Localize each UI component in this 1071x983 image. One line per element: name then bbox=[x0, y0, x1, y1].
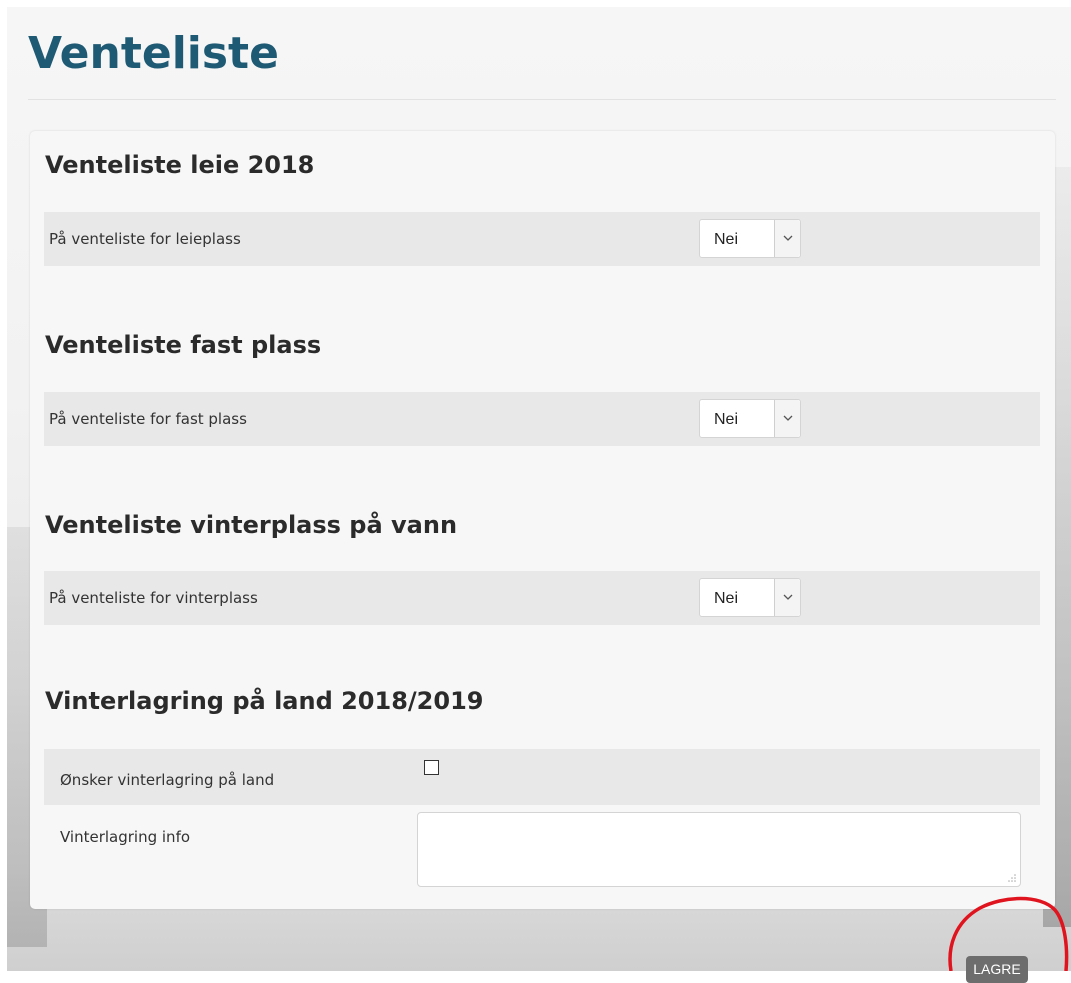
chevron-down-icon[interactable] bbox=[774, 220, 800, 257]
highlight-circle-annotation bbox=[948, 896, 1069, 971]
select-vinterplass-value: Nei bbox=[714, 590, 739, 607]
section-heading-vinterplass: Venteliste vinterplass på vann bbox=[45, 511, 458, 539]
row-leieplass: På venteliste for leieplass Nei bbox=[44, 212, 1040, 266]
select-leieplass-value: Nei bbox=[714, 231, 739, 248]
section-heading-vinterlagring: Vinterlagring på land 2018/2019 bbox=[45, 687, 484, 715]
row-vinterplass: På venteliste for vinterplass Nei bbox=[44, 571, 1040, 625]
chevron-down-icon[interactable] bbox=[774, 579, 800, 616]
resize-handle-icon[interactable] bbox=[1008, 874, 1016, 882]
vinterlagring-info-textarea[interactable] bbox=[417, 812, 1021, 887]
vinterlagring-checkbox[interactable] bbox=[424, 760, 439, 775]
row-vinterlagring-checkbox: Ønsker vinterlagring på land bbox=[44, 749, 1040, 805]
title-divider bbox=[28, 99, 1056, 100]
chevron-down-icon[interactable] bbox=[774, 400, 800, 437]
select-fast-plass[interactable]: Nei bbox=[699, 399, 801, 438]
row-fast-plass: På venteliste for fast plass Nei bbox=[44, 392, 1040, 446]
label-vinterlagring-checkbox: Ønsker vinterlagring på land bbox=[60, 771, 275, 789]
page-title: Venteliste bbox=[28, 28, 279, 79]
label-vinterlagring-info: Vinterlagring info bbox=[60, 828, 191, 846]
select-vinterplass[interactable]: Nei bbox=[699, 578, 801, 617]
label-fast-plass: På venteliste for fast plass bbox=[49, 410, 247, 428]
select-fast-plass-value: Nei bbox=[714, 411, 739, 428]
section-heading-fast: Venteliste fast plass bbox=[45, 331, 322, 359]
label-vinterplass: På venteliste for vinterplass bbox=[49, 589, 258, 607]
section-heading-leie: Venteliste leie 2018 bbox=[45, 151, 315, 179]
select-leieplass[interactable]: Nei bbox=[699, 219, 801, 258]
label-leieplass: På venteliste for leieplass bbox=[49, 230, 241, 248]
